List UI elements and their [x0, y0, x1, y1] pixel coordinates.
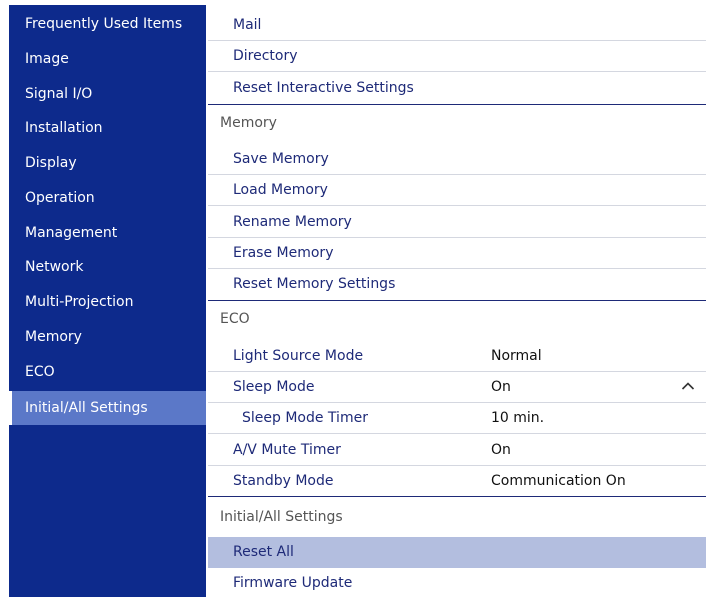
sleep-mode-row[interactable]: Sleep Mode On — [208, 372, 706, 403]
sidebar-item-management[interactable]: Management — [9, 216, 206, 250]
rename-memory-row[interactable]: Rename Memory — [208, 207, 706, 238]
av-mute-timer-label: A/V Mute Timer — [233, 442, 341, 458]
sleep-mode-timer-label: Sleep Mode Timer — [242, 410, 368, 426]
save-memory-label: Save Memory — [233, 151, 329, 167]
section-header-label: Memory — [220, 115, 277, 131]
chevron-up-icon[interactable] — [681, 380, 695, 392]
load-memory-row[interactable]: Load Memory — [208, 175, 706, 206]
sidebar-item-initial-all-settings[interactable]: Initial/All Settings — [9, 391, 206, 425]
sleep-mode-value: On — [491, 379, 511, 395]
firmware-update-row[interactable]: Firmware Update — [208, 568, 706, 599]
light-source-mode-value: Normal — [491, 348, 542, 364]
erase-memory-label: Erase Memory — [233, 245, 334, 261]
av-mute-timer-value: On — [491, 442, 511, 458]
firmware-update-label: Firmware Update — [233, 575, 353, 591]
sidebar-item-installation[interactable]: Installation — [9, 111, 206, 145]
section-header-label: ECO — [220, 311, 250, 327]
reset-all-label: Reset All — [233, 544, 294, 560]
reset-interactive-settings-label: Reset Interactive Settings — [233, 80, 414, 96]
reset-all-row[interactable]: Reset All — [208, 537, 706, 568]
reset-memory-settings-row[interactable]: Reset Memory Settings — [208, 269, 706, 300]
settings-list: Mail Directory Reset Interactive Setting… — [208, 5, 706, 597]
sidebar-item-signal-io[interactable]: Signal I/O — [9, 77, 206, 111]
rename-memory-label: Rename Memory — [233, 214, 352, 230]
sidebar-item-multi-projection[interactable]: Multi-Projection — [9, 285, 206, 319]
sidebar-item-memory[interactable]: Memory — [9, 320, 206, 354]
reset-interactive-settings-row[interactable]: Reset Interactive Settings — [208, 73, 706, 104]
sidebar: Frequently Used Items Image Signal I/O I… — [9, 5, 206, 597]
light-source-mode-row[interactable]: Light Source Mode Normal — [208, 341, 706, 372]
mail-label: Mail — [233, 17, 262, 33]
standby-mode-row[interactable]: Standby Mode Communication On — [208, 466, 706, 497]
sleep-mode-label: Sleep Mode — [233, 379, 315, 395]
standby-mode-label: Standby Mode — [233, 473, 334, 489]
directory-row[interactable]: Directory — [208, 41, 706, 72]
load-memory-label: Load Memory — [233, 182, 328, 198]
erase-memory-row[interactable]: Erase Memory — [208, 238, 706, 269]
sidebar-item-operation[interactable]: Operation — [9, 181, 206, 215]
section-header-eco: ECO — [208, 300, 706, 337]
mail-row[interactable]: Mail — [208, 10, 706, 41]
directory-label: Directory — [233, 48, 298, 64]
sidebar-item-display[interactable]: Display — [9, 146, 206, 180]
section-header-initial-all-settings: Initial/All Settings — [208, 496, 706, 536]
section-header-label: Initial/All Settings — [220, 509, 343, 525]
av-mute-timer-row[interactable]: A/V Mute Timer On — [208, 435, 706, 466]
sidebar-item-network[interactable]: Network — [9, 250, 206, 284]
sleep-mode-timer-value: 10 min. — [491, 410, 545, 426]
section-header-memory: Memory — [208, 104, 706, 141]
sleep-mode-timer-row[interactable]: Sleep Mode Timer 10 min. — [208, 403, 706, 434]
sidebar-item-image[interactable]: Image — [9, 42, 206, 76]
reset-memory-settings-label: Reset Memory Settings — [233, 276, 396, 292]
light-source-mode-label: Light Source Mode — [233, 348, 364, 364]
sidebar-item-frequently-used-items[interactable]: Frequently Used Items — [9, 7, 206, 41]
sidebar-item-eco[interactable]: ECO — [9, 355, 206, 389]
save-memory-row[interactable]: Save Memory — [208, 144, 706, 175]
standby-mode-value: Communication On — [491, 473, 626, 489]
